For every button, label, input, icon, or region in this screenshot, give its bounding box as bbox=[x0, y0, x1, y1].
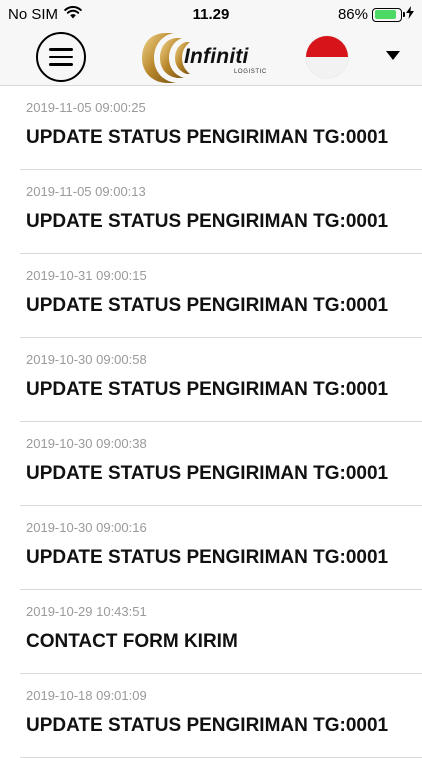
item-title: UPDATE STATUS PENGIRIMAN TG:0001 bbox=[26, 463, 389, 484]
hamburger-menu-button[interactable] bbox=[36, 32, 86, 82]
item-date: 2019-10-29 10:43:51 bbox=[26, 604, 147, 619]
item-date: 2019-11-05 09:00:13 bbox=[26, 184, 146, 199]
bolt-icon bbox=[406, 6, 414, 23]
item-date: 2019-10-30 09:00:38 bbox=[26, 436, 147, 451]
item-date: 2019-11-05 09:00:25 bbox=[26, 100, 146, 115]
item-title: UPDATE STATUS PENGIRIMAN TG:0001 bbox=[26, 127, 389, 148]
item-date: 2019-10-31 09:00:15 bbox=[26, 268, 147, 283]
item-title: UPDATE STATUS PENGIRIMAN TG:0001 bbox=[26, 547, 389, 568]
hamburger-line bbox=[49, 55, 73, 59]
list-item[interactable]: 2019-10-31 09:00:15 UPDATE STATUS PENGIR… bbox=[0, 254, 422, 338]
item-title: UPDATE STATUS PENGIRIMAN TG:0001 bbox=[26, 715, 389, 736]
list-item[interactable]: 2019-10-30 09:00:38 UPDATE STATUS PENGIR… bbox=[0, 422, 422, 506]
battery-percent: 86% bbox=[337, 6, 368, 23]
indonesia-flag-icon[interactable] bbox=[306, 36, 348, 78]
list-item[interactable]: 2019-10-29 10:43:51 CONTACT FORM KIRIM bbox=[0, 590, 422, 674]
caret-down-icon[interactable] bbox=[386, 51, 400, 60]
battery-icon bbox=[372, 7, 405, 22]
item-title: UPDATE STATUS PENGIRIMAN TG:0001 bbox=[26, 295, 389, 316]
item-title: UPDATE STATUS PENGIRIMAN TG:0001 bbox=[26, 211, 389, 232]
app-header: Infiniti LOGISTIC bbox=[0, 30, 422, 86]
hamburger-line bbox=[49, 48, 73, 51]
status-bar: No SIM 11.29 86% bbox=[0, 0, 422, 30]
flag-white-band bbox=[306, 57, 348, 78]
item-title: CONTACT FORM KIRIM bbox=[26, 631, 238, 652]
list-item[interactable]: 2019-10-18 09:01:09 UPDATE STATUS PENGIR… bbox=[0, 674, 422, 758]
infiniti-logistic-logo: Infiniti LOGISTIC bbox=[140, 30, 275, 85]
status-right: 86% bbox=[338, 6, 414, 23]
battery-level-fill bbox=[374, 10, 396, 19]
hamburger-line bbox=[49, 63, 73, 66]
list-item[interactable]: 2019-11-05 09:00:13 UPDATE STATUS PENGIR… bbox=[0, 170, 422, 254]
item-date: 2019-10-18 09:01:09 bbox=[26, 688, 147, 703]
item-title: UPDATE STATUS PENGIRIMAN TG:0001 bbox=[26, 379, 389, 400]
flag-red-band bbox=[306, 36, 348, 57]
notification-list: 2019-11-05 09:00:25 UPDATE STATUS PENGIR… bbox=[0, 86, 422, 758]
logo-subtitle: LOGISTIC bbox=[234, 69, 267, 75]
item-date: 2019-10-30 09:00:58 bbox=[26, 352, 147, 367]
list-item[interactable]: 2019-10-30 09:00:58 UPDATE STATUS PENGIR… bbox=[0, 338, 422, 422]
logo-wordmark: Infiniti bbox=[184, 45, 249, 68]
list-item[interactable]: 2019-11-05 09:00:25 UPDATE STATUS PENGIR… bbox=[0, 86, 422, 170]
item-date: 2019-10-30 09:00:16 bbox=[26, 520, 147, 535]
list-item[interactable]: 2019-10-30 09:00:16 UPDATE STATUS PENGIR… bbox=[0, 506, 422, 590]
